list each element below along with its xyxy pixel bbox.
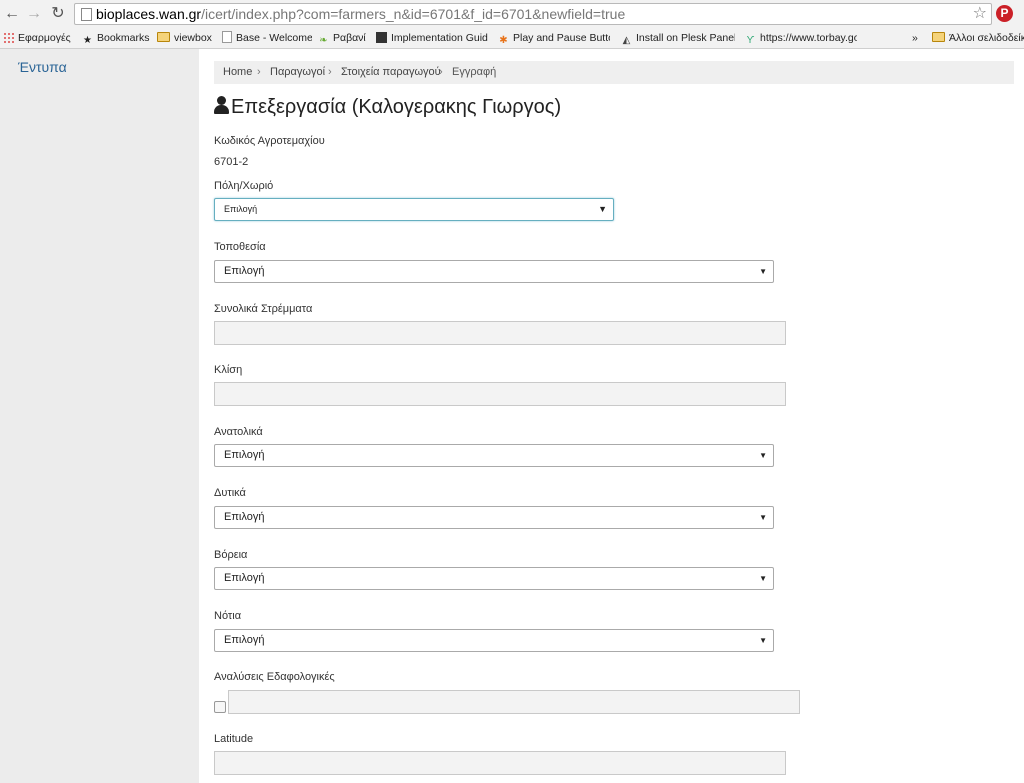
bookmark-label: https://www.torbay.gov (760, 32, 857, 44)
bookmark-label: Bookmarks (97, 32, 150, 44)
soil-analysis-checkbox[interactable] (214, 701, 226, 713)
caret-down-icon: ▼ (759, 513, 767, 522)
pinterest-icon[interactable]: P (996, 5, 1013, 22)
apps-grid-icon (3, 32, 14, 43)
url-text: bioplaces.wan.gr/icert/index.php?com=far… (96, 4, 625, 24)
breadcrumb-producers[interactable]: Παραγωγοί (270, 61, 325, 84)
bookmark-label: Play and Pause Button (513, 32, 610, 44)
bookmark-label: Implementation Guide (391, 32, 488, 44)
bookmark-label: Install on Plesk Panel (636, 32, 735, 44)
north-select-value: Επιλογή (224, 572, 265, 584)
sidebar-link-forms[interactable]: Έντυπα (18, 59, 67, 75)
west-select[interactable]: Επιλογή ▼ (214, 506, 774, 529)
bookmark-bookmarks[interactable]: ★ Bookmarks (82, 28, 152, 48)
user-icon (214, 96, 229, 114)
location-select[interactable]: Επιλογή ▼ (214, 260, 774, 283)
asterisk-icon: ✱ (499, 35, 508, 46)
west-label: Δυτικά (214, 487, 246, 499)
bookmark-plesk[interactable]: ◭ Install on Plesk Panel (621, 28, 735, 48)
west-select-value: Επιλογή (224, 511, 265, 523)
latitude-label: Latitude (214, 733, 254, 745)
url-host: bioplaces.wan.gr (96, 6, 202, 22)
caret-down-icon: ▼ (759, 451, 767, 460)
page-title: Επεξεργασία (Καλογερακης Γιωργος) (214, 96, 561, 119)
star-icon: ★ (83, 35, 92, 46)
bookmarks-overflow-button[interactable]: » (912, 28, 924, 48)
east-label: Ανατολικά (214, 426, 263, 438)
browser-toolbar: ← → ↻ bioplaces.wan.gr/icert/index.php?c… (0, 0, 1024, 29)
bookmark-ravani[interactable]: ❧ Ραβανί (318, 28, 370, 48)
address-bar[interactable]: bioplaces.wan.gr/icert/index.php?com=far… (74, 3, 992, 25)
url-path: /icert/index.php?com=farmers_n&id=6701&f… (201, 6, 626, 22)
palm-icon: ϒ (746, 35, 755, 46)
page-icon (222, 31, 232, 43)
caret-down-icon: ▼ (759, 267, 767, 276)
stremmata-input[interactable] (214, 321, 786, 345)
sidebar: Έντυπα (0, 49, 199, 783)
bookmark-viewbox[interactable]: viewbox (157, 28, 215, 48)
other-bookmarks-folder[interactable]: Άλλοι σελιδοδείκτες (932, 28, 1024, 48)
page-title-text: Επεξεργασία (Καλογερακης Γιωργος) (231, 96, 562, 118)
folder-icon (932, 32, 945, 42)
breadcrumb-home[interactable]: Home (223, 61, 252, 84)
bookmark-label: Ραβανί (333, 32, 366, 44)
north-select[interactable]: Επιλογή ▼ (214, 567, 774, 590)
breadcrumb-separator: › (439, 66, 443, 78)
bookmark-apps[interactable]: Εφαρμογές (3, 28, 73, 48)
soil-analysis-label: Αναλύσεις Εδαφολογικές (214, 671, 335, 683)
leaf-icon: ❧ (319, 35, 328, 46)
code-label: Κωδικός Αγροτεμαχίου (214, 135, 325, 147)
slope-label: Κλίση (214, 364, 243, 376)
latitude-input[interactable] (214, 751, 786, 775)
soil-analysis-input[interactable] (228, 690, 800, 714)
east-select[interactable]: Επιλογή ▼ (214, 444, 774, 467)
location-select-value: Επιλογή (224, 265, 265, 277)
city-label: Πόλη/Χωριό (214, 180, 274, 192)
breadcrumb-separator: › (257, 66, 261, 78)
code-value: 6701-2 (214, 156, 249, 168)
bookmarks-bar: Εφαρμογές ★ Bookmarks viewbox Base - Welc… (0, 28, 1024, 49)
city-select-value: Επιλογή (224, 204, 258, 214)
south-label: Νότια (214, 610, 242, 622)
caret-down-icon: ▼ (598, 204, 607, 214)
east-select-value: Επιλογή (224, 449, 265, 461)
bookmark-base-welcome[interactable]: Base - Welcome (222, 28, 312, 48)
location-label: Τοποθεσία (214, 241, 266, 253)
bookmark-label: Base - Welcome (236, 32, 312, 44)
breadcrumb: Home › Παραγωγοί › Στοιχεία παραγωγού › … (214, 61, 1014, 84)
slope-input[interactable] (214, 382, 786, 406)
breadcrumb-current: Εγγραφή (452, 66, 497, 78)
bookmark-label: viewbox (174, 32, 212, 44)
caret-down-icon: ▼ (759, 574, 767, 583)
bookmark-torbay[interactable]: ϒhttps://www.torbay.gov (745, 28, 857, 48)
page-icon (81, 8, 92, 21)
bookmark-star-icon[interactable]: ☆ (973, 4, 987, 24)
folder-icon (157, 32, 170, 42)
back-arrow-icon[interactable]: ← (3, 4, 21, 24)
bookmark-play-pause[interactable]: ✱ Play and Pause Button (498, 28, 610, 48)
breadcrumb-producer-details[interactable]: Στοιχεία παραγωγού (341, 61, 441, 84)
north-label: Βόρεια (214, 549, 248, 561)
bookmark-implementation-guide[interactable]: Implementation Guide (376, 28, 488, 48)
caret-down-icon: ▼ (759, 636, 767, 645)
forward-arrow-icon[interactable]: → (25, 4, 43, 24)
south-select[interactable]: Επιλογή ▼ (214, 629, 774, 652)
bookmark-label: Εφαρμογές (18, 32, 71, 44)
stremmata-label: Συνολικά Στρέμματα (214, 303, 313, 315)
bookmark-label: Άλλοι σελιδοδείκτες (949, 32, 1024, 44)
site-icon: ◭ (622, 35, 631, 46)
site-icon (376, 32, 387, 43)
city-select[interactable]: Επιλογή ▼ (214, 198, 614, 221)
breadcrumb-separator: › (328, 66, 332, 78)
reload-icon[interactable]: ↻ (49, 4, 67, 24)
south-select-value: Επιλογή (224, 634, 265, 646)
